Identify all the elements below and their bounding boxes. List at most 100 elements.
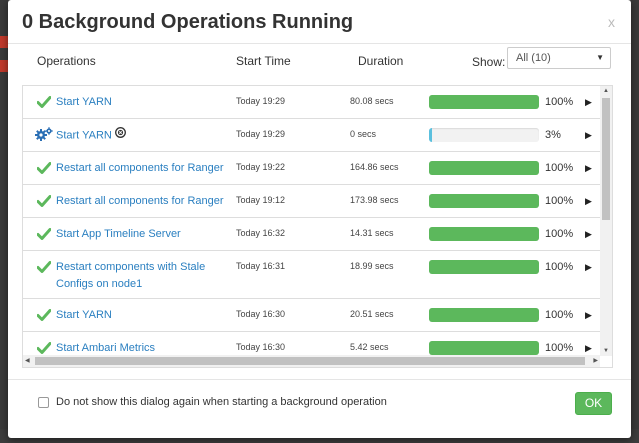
chevron-down-icon: ▼	[596, 53, 604, 62]
operation-name: Start App Timeline Server	[56, 228, 181, 240]
operation-start-time: Today 16:31	[236, 261, 286, 271]
operations-list: Start YARN Today 19:29 80.08 secs 100% ▶ Star…	[22, 85, 613, 368]
progress-percent: 100%	[545, 195, 574, 207]
operation-start-time: Today 16:30	[236, 309, 286, 319]
operation-name: Start YARN	[56, 309, 112, 321]
operation-row[interactable]: Start YARN Today 16:30 20.51 secs 100% ▶	[23, 299, 600, 332]
operation-name-link[interactable]: Start YARN	[56, 307, 236, 324]
background-operations-dialog: 0 Background Operations Running x Operat…	[8, 0, 631, 438]
operation-duration: 164.86 secs	[350, 162, 399, 172]
scroll-up-arrow-icon[interactable]: ▲	[603, 88, 609, 94]
vertical-scrollbar[interactable]: ▲ ▼	[600, 86, 612, 356]
progress-bar	[429, 308, 539, 322]
progress-bar	[429, 161, 539, 175]
operation-name: Restart all components for Ranger	[56, 195, 224, 207]
do-not-show-label: Do not show this dialog again when start…	[56, 396, 387, 408]
progress-bar	[429, 341, 539, 355]
check-icon	[36, 194, 53, 208]
operation-row[interactable]: Start YARN Today 19:29 80.08 secs 100% ▶	[23, 86, 600, 119]
operation-name-link[interactable]: Start YARN	[56, 94, 236, 111]
do-not-show-checkbox[interactable]	[38, 397, 49, 408]
footer-divider	[8, 379, 631, 380]
operation-name-link[interactable]: Restart components with Stale Configs on…	[56, 259, 236, 293]
caret-right-icon[interactable]: ▶	[585, 130, 592, 141]
caret-right-icon[interactable]: ▶	[585, 196, 592, 207]
close-icon[interactable]: x	[608, 14, 615, 30]
operation-name: Restart all components for Ranger	[56, 162, 224, 174]
operation-name: Start YARN	[56, 129, 112, 142]
operation-name: Start YARN	[56, 96, 112, 108]
scroll-left-arrow-icon[interactable]: ◀	[25, 357, 30, 364]
progress-bar	[429, 194, 539, 208]
operation-start-time: Today 16:32	[236, 228, 286, 238]
progress-percent: 3%	[545, 129, 561, 141]
backdrop-alert-badge	[0, 60, 8, 72]
operation-row[interactable]: Restart components with Stale Configs on…	[23, 251, 600, 299]
progress-bar-fill	[429, 308, 539, 322]
operation-duration: 173.98 secs	[350, 195, 399, 205]
progress-percent: 100%	[545, 96, 574, 108]
header-divider	[8, 43, 631, 44]
progress-percent: 100%	[545, 162, 574, 174]
progress-bar	[429, 227, 539, 241]
horizontal-scrollbar[interactable]: ◀ ▶	[23, 355, 600, 367]
operation-row[interactable]: Restart all components for Ranger Today 1…	[23, 152, 600, 185]
caret-right-icon[interactable]: ▶	[585, 163, 592, 174]
backdrop-alert-badge	[0, 36, 8, 48]
column-header-duration: Duration	[358, 54, 404, 68]
scroll-right-arrow-icon[interactable]: ▶	[593, 357, 598, 364]
check-icon	[36, 260, 53, 274]
operation-name-link[interactable]: Restart all components for Ranger	[56, 160, 236, 177]
cancel-circle-icon[interactable]	[114, 127, 126, 144]
check-icon	[36, 227, 53, 241]
show-filter-value: All (10)	[516, 52, 551, 64]
operation-duration: 14.31 secs	[350, 228, 394, 238]
check-icon	[36, 341, 53, 355]
progress-percent: 100%	[545, 342, 574, 354]
operation-start-time: Today 19:22	[236, 162, 286, 172]
operation-name-link[interactable]: Start YARN	[56, 127, 236, 144]
operation-row[interactable]: Start YARN Today 19:29 0 secs 3% ▶	[23, 119, 600, 152]
progress-bar-fill	[429, 128, 433, 142]
column-header-operations: Operations	[37, 54, 96, 68]
operation-start-time: Today 19:12	[236, 195, 286, 205]
progress-bar-fill	[429, 260, 539, 274]
progress-percent: 100%	[545, 228, 574, 240]
show-filter-select[interactable]: All (10) ▼	[507, 47, 611, 69]
progress-percent: 100%	[545, 261, 574, 273]
check-icon	[36, 308, 53, 322]
progress-bar-fill	[429, 227, 539, 241]
progress-bar	[429, 128, 539, 142]
caret-right-icon[interactable]: ▶	[585, 97, 592, 108]
vertical-scroll-thumb[interactable]	[602, 98, 610, 220]
caret-right-icon[interactable]: ▶	[585, 262, 592, 273]
gears-icon	[35, 127, 53, 141]
caret-right-icon[interactable]: ▶	[585, 310, 592, 321]
progress-bar-fill	[429, 194, 539, 208]
caret-right-icon[interactable]: ▶	[585, 229, 592, 240]
progress-bar-fill	[429, 95, 539, 109]
operation-duration: 20.51 secs	[350, 309, 394, 319]
operation-duration: 80.08 secs	[350, 96, 394, 106]
dialog-title: 0 Background Operations Running	[22, 11, 354, 33]
operation-name: Restart components with Stale Configs on…	[56, 261, 206, 290]
show-label: Show:	[472, 55, 506, 69]
progress-bar	[429, 95, 539, 109]
caret-right-icon[interactable]: ▶	[585, 343, 592, 354]
operation-name-link[interactable]: Restart all components for Ranger	[56, 193, 236, 210]
operation-row[interactable]: Start App Timeline Server Today 16:32 14.3…	[23, 218, 600, 251]
operation-duration: 5.42 secs	[350, 342, 389, 352]
operation-row[interactable]: Restart all components for Ranger Today 1…	[23, 185, 600, 218]
ok-button[interactable]: OK	[575, 392, 612, 415]
operation-start-time: Today 16:30	[236, 342, 286, 352]
operation-duration: 0 secs	[350, 129, 377, 139]
progress-bar-fill	[429, 341, 539, 355]
operation-duration: 18.99 secs	[350, 261, 394, 271]
progress-bar-fill	[429, 161, 539, 175]
horizontal-scroll-thumb[interactable]	[35, 357, 585, 365]
operation-name-link[interactable]: Start App Timeline Server	[56, 226, 236, 243]
column-header-start-time: Start Time	[236, 54, 291, 68]
scroll-down-arrow-icon[interactable]: ▼	[603, 348, 609, 354]
progress-percent: 100%	[545, 309, 574, 321]
progress-bar	[429, 260, 539, 274]
